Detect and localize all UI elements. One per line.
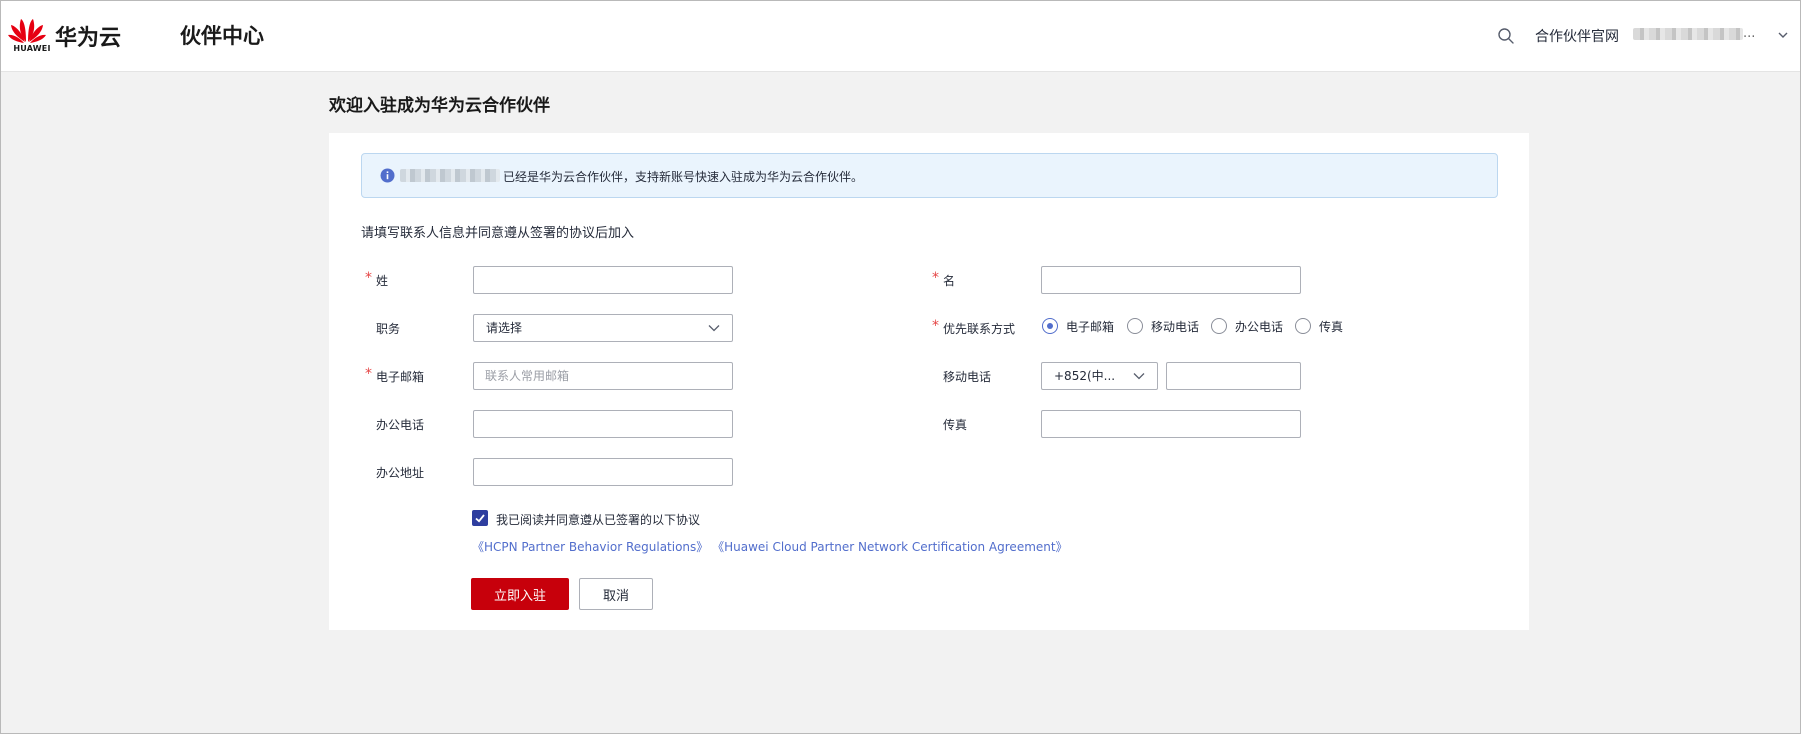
hcpn-regulations-link[interactable]: 《HCPN Partner Behavior Regulations》 [472,540,708,554]
country-code-value: +852(中... [1054,369,1116,383]
account-name-redacted [1633,27,1743,40]
notice-message: 已经是华为云合作伙伴，支持新账号快速入驻成为华为云合作伙伴。 [503,170,864,184]
agreement-checkbox[interactable] [472,510,488,526]
chevron-down-icon [1133,373,1145,380]
certification-agreement-link[interactable]: 《Huawei Cloud Partner Network Certificat… [712,540,1067,554]
email-label: 电子邮箱 [376,370,425,384]
account-menu[interactable]: ... [1633,26,1765,44]
page-title: 欢迎入驻成为华为云合作伙伴 [329,96,550,116]
info-icon [380,168,395,183]
chevron-down-icon [708,325,720,332]
join-form-card: 已经是华为云合作伙伴，支持新账号快速入驻成为华为云合作伙伴。 请填写联系人信息并… [329,133,1529,630]
brand-name[interactable]: 华为云 [55,20,121,52]
fax-input[interactable] [1041,410,1301,438]
contact-method-label: 优先联系方式 [943,322,1016,336]
required-mark: * [365,366,372,382]
office-phone-input[interactable] [473,410,733,438]
chevron-down-icon[interactable] [1777,30,1789,40]
country-code-select[interactable]: +852(中... [1041,362,1158,390]
redacted-account [400,169,500,182]
required-mark: * [932,270,939,286]
huawei-logo[interactable]: HUAWEI [7,14,50,56]
radio-circle [1211,318,1227,334]
search-icon[interactable] [1497,27,1515,45]
mobile-input[interactable] [1166,362,1301,390]
app-title[interactable]: 伙伴中心 [180,20,264,50]
mobile-label: 移动电话 [943,370,992,384]
partner-site-link[interactable]: 合作伙伴官网 [1535,26,1619,46]
radio-label: 传真 [1319,320,1344,334]
first-name-input[interactable] [1041,266,1301,294]
required-mark: * [365,270,372,286]
radio-circle [1127,318,1143,334]
huawei-flower-icon [8,19,46,43]
office-address-label: 办公地址 [376,466,425,480]
office-phone-label: 办公电话 [376,418,425,432]
section-tip: 请填写联系人信息并同意遵从签署的协议后加入 [361,226,635,241]
email-input[interactable] [473,362,733,390]
radio-label: 电子邮箱 [1066,320,1115,334]
agreement-links: 《HCPN Partner Behavior Regulations》 《Hua… [472,538,1068,555]
position-label: 职务 [376,322,401,336]
radio-circle [1295,318,1311,334]
position-selected-value: 请选择 [486,321,523,335]
join-now-button[interactable]: 立即入驻 [471,578,569,610]
info-notice: 已经是华为云合作伙伴，支持新账号快速入驻成为华为云合作伙伴。 [361,153,1498,198]
office-address-input[interactable] [473,458,733,486]
last-name-label: 姓 [376,274,389,288]
first-name-label: 名 [943,274,956,288]
account-ellipsis: ... [1743,26,1756,41]
radio-label: 办公电话 [1235,320,1284,334]
last-name-input[interactable] [473,266,733,294]
fax-label: 传真 [943,418,968,432]
top-header: HUAWEI 华为云 伙伴中心 合作伙伴官网 ... [0,0,1801,72]
required-mark: * [932,318,939,334]
agreement-text: 我已阅读并同意遵从已签署的以下协议 [496,513,701,527]
radio-label: 移动电话 [1151,320,1200,334]
radio-circle [1042,318,1058,334]
logo-text: HUAWEI [13,44,51,53]
checkmark-icon [475,514,485,523]
position-select[interactable]: 请选择 [473,314,733,342]
cancel-button[interactable]: 取消 [579,578,653,610]
